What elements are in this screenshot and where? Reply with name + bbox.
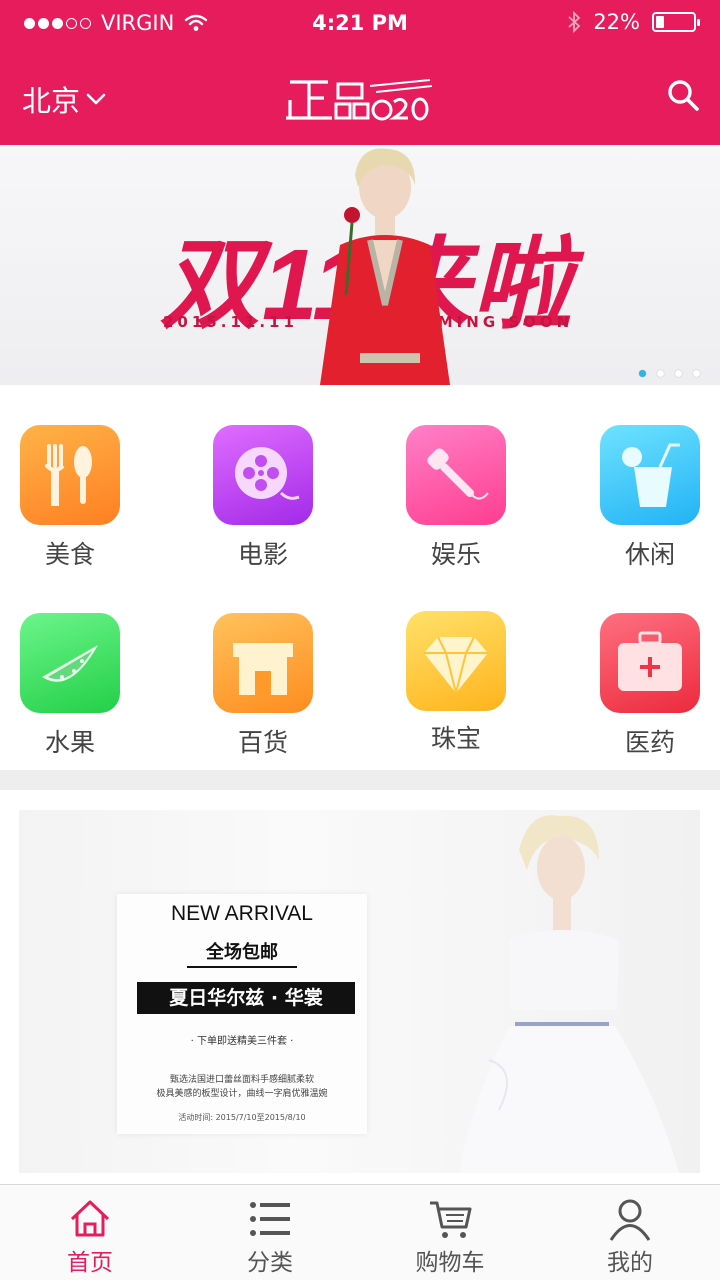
promo-description: 甄选法国进口蕾丝面料手感细腻柔软	[169, 1075, 314, 1085]
pager-dot[interactable]	[657, 370, 664, 377]
pager-dot[interactable]	[675, 370, 682, 377]
tab-home[interactable]: 首页	[0, 1185, 180, 1280]
category-movie[interactable]: 电影	[203, 385, 323, 569]
film-reel-icon	[213, 425, 313, 525]
list-icon	[250, 1202, 290, 1236]
fork-spoon-icon	[20, 425, 120, 525]
category-fruit[interactable]: 水果	[10, 573, 130, 757]
app-header: 北京	[0, 48, 720, 145]
battery-fill	[656, 16, 664, 28]
category-label: 娱乐	[430, 540, 481, 569]
banner-date: 2015.11.11	[163, 313, 298, 331]
drink-icon	[600, 425, 700, 525]
category-label: 电影	[237, 540, 288, 569]
microphone-icon	[406, 425, 506, 525]
home-icon	[70, 1200, 110, 1237]
tab-category[interactable]: 分类	[180, 1185, 360, 1280]
user-icon	[609, 1199, 651, 1241]
tab-label: 购物车	[415, 1250, 485, 1276]
tab-profile[interactable]: 我的	[540, 1185, 720, 1280]
pager-dot[interactable]	[639, 370, 646, 377]
cart-icon	[430, 1201, 472, 1238]
bride-image	[459, 815, 679, 1173]
promo-date: 活动时间: 2015/7/10至2015/8/10	[178, 1113, 306, 1122]
status-right: 22%	[567, 10, 700, 34]
category-department[interactable]: 百货	[203, 573, 323, 757]
tab-label: 我的	[607, 1250, 653, 1276]
category-food[interactable]: 美食	[10, 385, 130, 569]
battery-icon	[652, 12, 700, 32]
tab-label: 首页	[67, 1250, 113, 1276]
category-label: 医药	[624, 728, 675, 757]
search-icon[interactable]	[666, 78, 700, 112]
status-bar: VIRGIN 4:21 PM 22%	[0, 0, 720, 48]
banner-pager	[639, 370, 700, 377]
medical-kit-icon	[600, 613, 700, 713]
category-jewelry[interactable]: 珠宝	[396, 571, 516, 753]
category-entertainment[interactable]: 娱乐	[396, 385, 516, 569]
promo-text-panel: NEW ARRIVAL 全场包邮 夏日华尔兹 · 华裳 · 下单即送精美三件套 …	[117, 894, 367, 1134]
promo-free-shipping: 全场包邮	[187, 938, 297, 968]
city-selector[interactable]: 北京	[22, 78, 106, 120]
brand-logo	[286, 79, 433, 121]
bluetooth-icon	[568, 11, 581, 33]
promo-gift: · 下单即送精美三件套 ·	[190, 1036, 294, 1047]
promo-headline: 夏日华尔兹 · 华裳	[137, 982, 355, 1014]
category-label: 珠宝	[430, 724, 481, 753]
category-leisure[interactable]: 休闲	[590, 385, 710, 569]
tab-label: 分类	[247, 1250, 293, 1276]
category-label: 美食	[44, 540, 95, 569]
top-bar: VIRGIN 4:21 PM 22% 北京	[0, 0, 720, 145]
tab-cart[interactable]: 购物车	[360, 1185, 540, 1280]
diamond-icon	[406, 611, 506, 711]
city-name: 北京	[22, 84, 81, 118]
category-medicine[interactable]: 医药	[590, 573, 710, 757]
pager-dot[interactable]	[693, 370, 700, 377]
bottom-tab-bar: 首页 分类 购物车 我的	[0, 1184, 720, 1280]
category-label: 休闲	[624, 540, 675, 569]
category-label: 百货	[237, 728, 288, 757]
category-grid: 美食 电影 娱乐 休闲 水果 百货 珠宝 医药	[0, 385, 720, 770]
category-label: 水果	[44, 728, 95, 757]
promo-description: 极具美感的板型设计，曲线一字肩优雅温婉	[156, 1089, 328, 1099]
promo-banner[interactable]: 双11来啦 2015.11.11 COMING SOON	[0, 145, 720, 385]
promo-card[interactable]: NEW ARRIVAL 全场包邮 夏日华尔兹 · 华裳 · 下单即送精美三件套 …	[19, 810, 700, 1173]
watermelon-icon	[20, 613, 120, 713]
battery-percent: 22%	[593, 10, 640, 34]
store-icon	[213, 613, 313, 713]
section-divider	[0, 770, 720, 790]
app-screen: VIRGIN 4:21 PM 22% 北京 2015.11.11 COMING …	[0, 0, 720, 1280]
chevron-down-icon	[86, 93, 106, 105]
model-image	[320, 148, 450, 385]
promo-title: NEW ARRIVAL	[171, 902, 313, 925]
